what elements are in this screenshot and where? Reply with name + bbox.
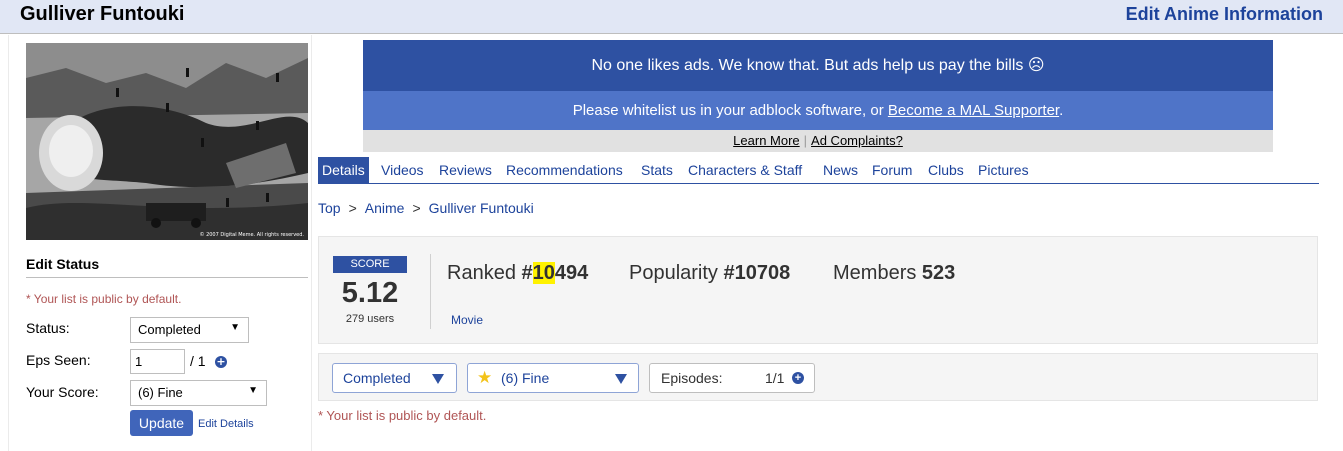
learn-more-link[interactable]: Learn More xyxy=(733,133,799,148)
ad-whitelist-period: . xyxy=(1059,102,1064,119)
score-select[interactable]: (6) Fine ▼ xyxy=(130,380,267,406)
score-users: 279 users xyxy=(345,313,395,325)
increment-episode-icon[interactable]: + xyxy=(215,356,227,368)
score-badge: SCORE xyxy=(333,256,407,273)
edit-status-divider xyxy=(26,277,308,278)
popularity-stat[interactable]: Popularity #10708 xyxy=(629,262,790,285)
eps-seen-label: Eps Seen: xyxy=(26,352,91,368)
ad-banner-message: No one likes ads. We know that. But ads … xyxy=(363,40,1273,91)
page-header: Gulliver Funtouki Edit Anime Information xyxy=(0,0,1343,34)
become-supporter-link[interactable]: Become a MAL Supporter xyxy=(888,102,1059,119)
ranked-highlight: 10 xyxy=(532,262,555,284)
episodes-value: 1/1 xyxy=(765,370,785,386)
members-value: 523 xyxy=(921,262,956,284)
status-select-value: Completed xyxy=(138,322,201,337)
dropdown-arrow-icon: ▼ xyxy=(248,385,258,396)
ranked-stat[interactable]: Ranked #10494 xyxy=(447,262,588,285)
ranked-value: #10494 xyxy=(521,262,589,284)
breadcrumb-current[interactable]: Gulliver Funtouki xyxy=(429,200,534,216)
ad-whitelist-text: Please whitelist us in your adblock soft… xyxy=(572,102,888,119)
members-stat[interactable]: Members 523 xyxy=(833,262,955,285)
popularity-label: Popularity xyxy=(629,262,718,284)
tab-characters-staff[interactable]: Characters & Staff xyxy=(684,157,806,183)
list-score-dropdown[interactable]: ★ (6) Fine xyxy=(467,363,639,393)
ad-banner-links: Learn More | Ad Complaints? xyxy=(363,130,1273,152)
breadcrumb-separator: > xyxy=(348,200,357,216)
dropdown-arrow-icon: ▼ xyxy=(230,322,240,333)
status-label: Status: xyxy=(26,320,70,336)
tab-clubs[interactable]: Clubs xyxy=(924,157,968,183)
score-value: 5.12 xyxy=(341,277,399,309)
tab-pictures[interactable]: Pictures xyxy=(974,157,1033,183)
public-list-note-main: * Your list is public by default. xyxy=(318,408,487,423)
anime-tabs: Details Videos Reviews Recommendations S… xyxy=(318,157,1319,184)
breadcrumb: Top > Anime > Gulliver Funtouki xyxy=(318,200,534,216)
tab-forum[interactable]: Forum xyxy=(868,157,916,183)
stats-panel: SCORE 5.12 279 users Ranked #10494 Popul… xyxy=(318,236,1318,344)
members-label: Members xyxy=(833,262,917,284)
tab-stats[interactable]: Stats xyxy=(637,157,677,183)
status-select[interactable]: Completed ▼ xyxy=(130,317,249,343)
ad-banner-whitelist: Please whitelist us in your adblock soft… xyxy=(363,91,1273,130)
eps-seen-input[interactable]: 1 xyxy=(130,349,185,374)
episodes-label: Episodes: xyxy=(661,370,723,386)
score-select-value: (6) Fine xyxy=(138,385,183,400)
dropdown-triangle-icon xyxy=(615,374,627,384)
left-sidebar: © 2007 Digital Meme. All rights reserved… xyxy=(8,35,312,451)
edit-anime-information-link[interactable]: Edit Anime Information xyxy=(1126,4,1323,25)
list-status-value: Completed xyxy=(343,370,411,386)
breadcrumb-anime[interactable]: Anime xyxy=(365,200,405,216)
edit-status-heading: Edit Status xyxy=(26,256,100,272)
update-button[interactable]: Update xyxy=(130,410,193,436)
eps-total: / 1 xyxy=(190,353,206,369)
ranked-label: Ranked xyxy=(447,262,516,284)
cover-copyright-text: © 2007 Digital Meme. All rights reserved… xyxy=(199,231,304,238)
ad-links-separator: | xyxy=(803,133,808,148)
list-status-dropdown[interactable]: Completed xyxy=(332,363,457,393)
breadcrumb-top[interactable]: Top xyxy=(318,200,341,216)
tab-videos[interactable]: Videos xyxy=(377,157,428,183)
dropdown-triangle-icon xyxy=(432,374,444,384)
star-icon: ★ xyxy=(477,368,493,387)
increment-episode-icon[interactable]: + xyxy=(792,372,804,384)
edit-details-link[interactable]: Edit Details xyxy=(198,418,254,430)
cover-illustration: © 2007 Digital Meme. All rights reserved… xyxy=(26,43,308,240)
page-title: Gulliver Funtouki xyxy=(20,3,185,25)
popularity-value: #10708 xyxy=(723,262,791,284)
public-list-note: * Your list is public by default. xyxy=(26,292,182,306)
stats-divider xyxy=(430,254,431,329)
list-score-value: (6) Fine xyxy=(501,370,550,386)
tab-reviews[interactable]: Reviews xyxy=(435,157,496,183)
my-list-bar: Completed ★ (6) Fine Episodes: 1/1 + xyxy=(318,353,1318,401)
list-episodes-field[interactable]: Episodes: 1/1 + xyxy=(649,363,815,393)
anime-cover-image[interactable]: © 2007 Digital Meme. All rights reserved… xyxy=(26,43,308,240)
type-movie-link[interactable]: Movie xyxy=(451,313,483,327)
tab-details[interactable]: Details xyxy=(318,157,369,183)
ad-complaints-link[interactable]: Ad Complaints? xyxy=(811,133,903,148)
tab-news[interactable]: News xyxy=(819,157,862,183)
tab-recommendations[interactable]: Recommendations xyxy=(502,157,627,183)
breadcrumb-separator: > xyxy=(412,200,421,216)
your-score-label: Your Score: xyxy=(26,384,99,400)
